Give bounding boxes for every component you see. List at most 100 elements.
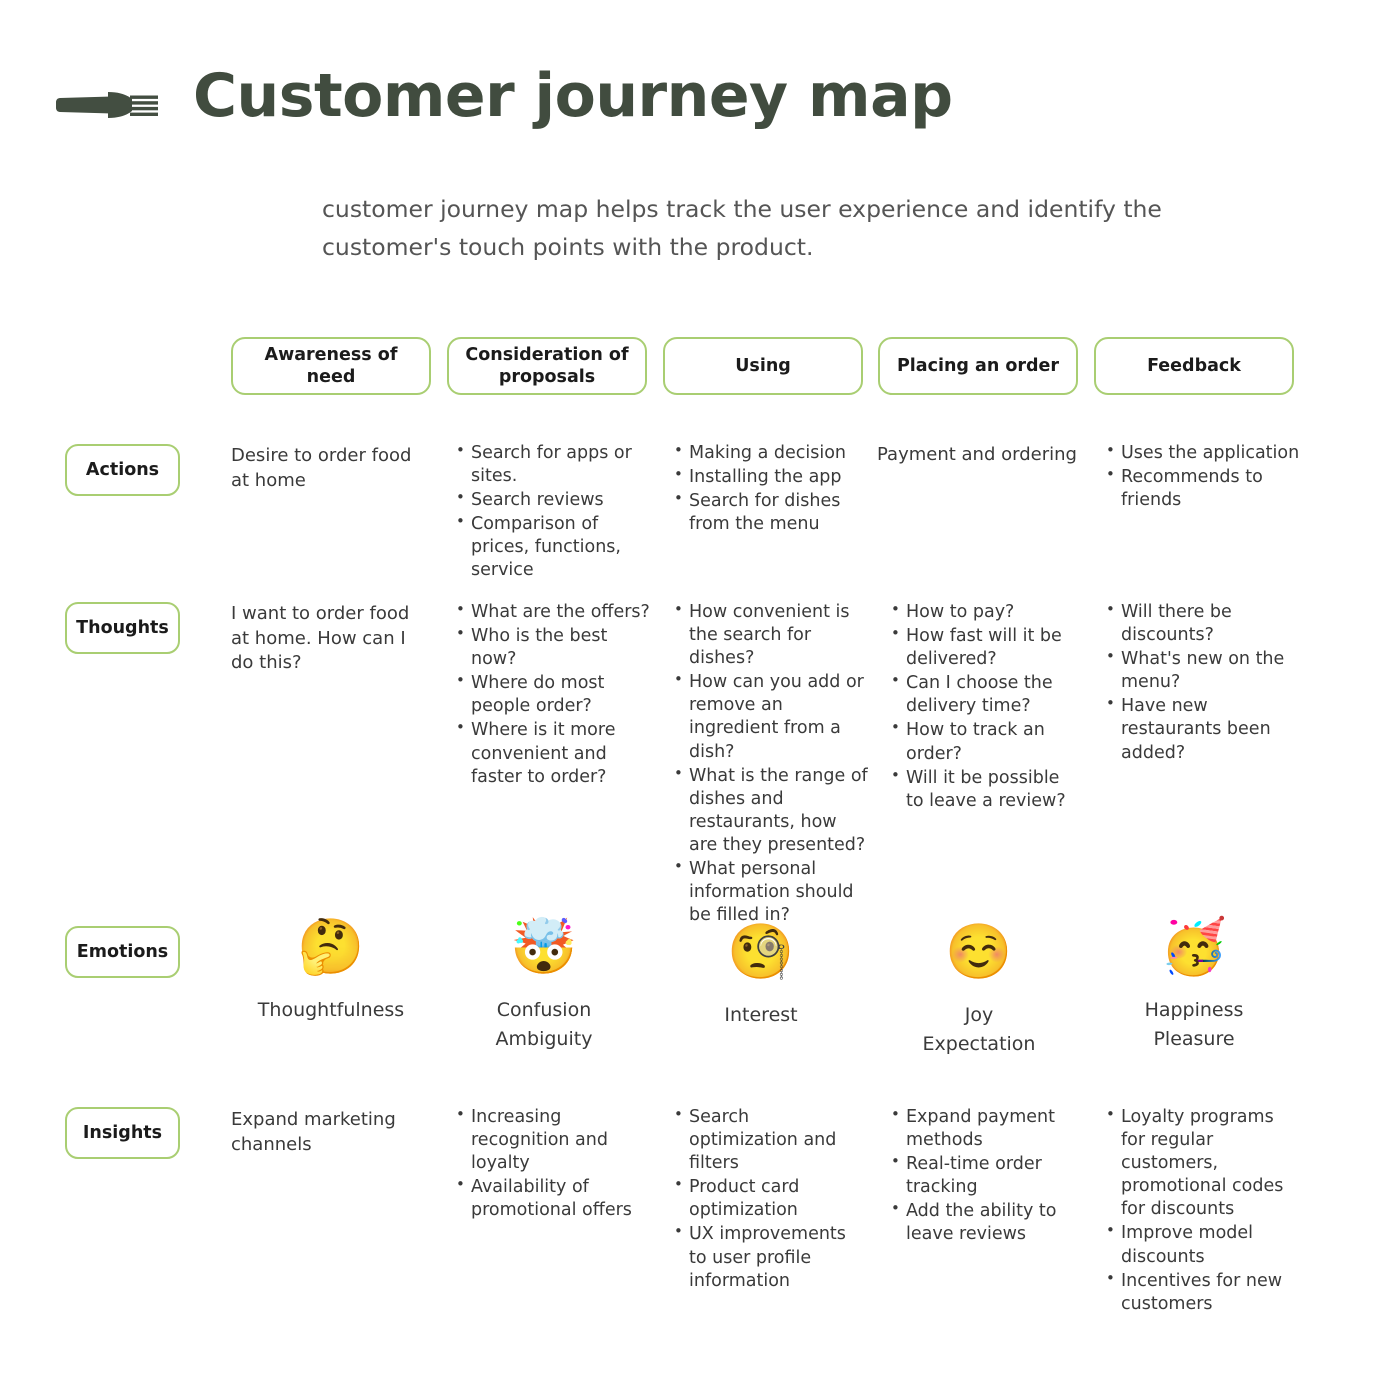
- list-item: Recommends to friends: [1105, 465, 1305, 512]
- cell-insights-placing-an-order: Expand payment methods Real-time order t…: [890, 1105, 1075, 1248]
- list-item-text: What is the range of dishes and restaura…: [689, 765, 868, 855]
- emotion-label: Confusion Ambiguity: [495, 999, 593, 1050]
- list-item: Improve model discounts: [1105, 1221, 1295, 1268]
- list-item: Expand payment methods: [890, 1105, 1075, 1152]
- list-item: Loyalty programs for regular customers, …: [1105, 1105, 1295, 1221]
- stage-header-feedback[interactable]: Feedback: [1094, 337, 1294, 395]
- list-item: Comparison of prices, functions, service: [455, 512, 655, 582]
- cell-insights-using: Search optimization and filters Product …: [673, 1105, 863, 1294]
- thinking-face-emoji: 🤔: [297, 915, 365, 978]
- bullet-list: How convenient is the search for dishes?…: [673, 600, 868, 927]
- bullet-list: Will there be discounts? What's new on t…: [1105, 600, 1305, 765]
- list-item: How can you add or remove an ingredient …: [673, 670, 868, 763]
- stage-header-label: Awareness of need: [264, 344, 398, 387]
- list-item-text: Expand payment methods: [906, 1107, 1055, 1151]
- list-item-text: Who is the best now?: [471, 626, 608, 670]
- list-item: Availability of promotional offers: [455, 1175, 650, 1222]
- list-item-text: Real-time order tracking: [906, 1154, 1042, 1198]
- list-item-text: Where is it more convenient and faster t…: [471, 720, 616, 787]
- cell-thoughts-consideration-of-proposals: What are the offers? Who is the best now…: [455, 600, 650, 790]
- stage-header-consideration-of-proposals[interactable]: Consideration of proposals: [447, 337, 647, 395]
- list-item: Add the ability to leave reviews: [890, 1199, 1075, 1246]
- list-item-text: Search for apps or sites.: [471, 443, 632, 487]
- bullet-list: Making a decision Installing the app Sea…: [673, 441, 873, 536]
- list-item: Making a decision: [673, 441, 873, 465]
- row-label-text: Thoughts: [76, 617, 169, 638]
- bullet-list: How to pay? How fast will it be delivere…: [890, 600, 1075, 813]
- list-item-text: Search optimization and filters: [689, 1107, 837, 1174]
- bullet-list: Expand payment methods Real-time order t…: [890, 1105, 1075, 1247]
- row-label-text: Emotions: [76, 941, 169, 962]
- list-item-text: How convenient is the search for dishes?: [689, 602, 850, 669]
- emotion-placing-an-order: ☺️ Joy Expectation: [884, 925, 1074, 1058]
- list-item: Where do most people order?: [455, 671, 650, 718]
- stage-header-using[interactable]: Using: [663, 337, 863, 395]
- row-label-text: Actions: [85, 459, 160, 480]
- cell-thoughts-using: How convenient is the search for dishes?…: [673, 600, 868, 928]
- list-item: Have new restaurants been added?: [1105, 694, 1305, 764]
- list-item: Will there be discounts?: [1105, 600, 1305, 647]
- cell-actions-placing-an-order: Payment and ordering: [877, 443, 1087, 468]
- row-label-insights[interactable]: Insights: [65, 1107, 180, 1159]
- stage-header-label: Using: [735, 355, 791, 376]
- list-item: Where is it more convenient and faster t…: [455, 718, 650, 788]
- list-item-text: Loyalty programs for regular customers, …: [1121, 1107, 1284, 1220]
- list-item-text: Uses the application: [1121, 443, 1300, 463]
- emotion-label: Thoughtfulness: [257, 999, 405, 1021]
- list-item-text: Recommends to friends: [1121, 467, 1263, 511]
- list-item-text: Have new restaurants been added?: [1121, 696, 1271, 763]
- list-item-text: What's new on the menu?: [1121, 649, 1285, 693]
- list-item: Search for apps or sites.: [455, 441, 655, 488]
- cell-insights-awareness-of-need: Expand marketing channels: [231, 1108, 436, 1157]
- list-item-text: How to track an order?: [906, 720, 1045, 764]
- fork-icon: [56, 92, 158, 118]
- cell-insights-feedback: Loyalty programs for regular customers, …: [1105, 1105, 1295, 1317]
- list-item: What is the range of dishes and restaura…: [673, 764, 868, 857]
- row-label-emotions[interactable]: Emotions: [65, 926, 180, 978]
- list-item-text: Comparison of prices, functions, service: [471, 514, 621, 581]
- list-item-text: What personal information should be fill…: [689, 859, 854, 926]
- list-item-text: Product card optimization: [689, 1177, 800, 1221]
- list-item: Search optimization and filters: [673, 1105, 863, 1175]
- stage-header-placing-an-order[interactable]: Placing an order: [878, 337, 1078, 395]
- list-item: Real-time order tracking: [890, 1152, 1075, 1199]
- list-item: Increasing recognition and loyalty: [455, 1105, 650, 1175]
- list-item-text: Search reviews: [471, 490, 604, 511]
- cell-actions-consideration-of-proposals: Search for apps or sites. Search reviews…: [455, 441, 655, 584]
- cell-insights-consideration-of-proposals: Increasing recognition and loyalty Avail…: [455, 1105, 650, 1223]
- emotion-label: Interest: [724, 1004, 798, 1026]
- list-item-text: How fast will it be delivered?: [906, 626, 1062, 670]
- stage-header-awareness-of-need[interactable]: Awareness of need: [231, 337, 431, 395]
- bullet-list: Increasing recognition and loyalty Avail…: [455, 1105, 650, 1222]
- page-title: Customer journey map: [193, 61, 953, 131]
- row-label-thoughts[interactable]: Thoughts: [65, 602, 180, 654]
- list-item: What are the offers?: [455, 600, 650, 624]
- list-item: Search reviews: [455, 488, 655, 512]
- page-subtitle: customer journey map helps track the use…: [322, 195, 1162, 262]
- emotion-label: Joy Expectation: [922, 1004, 1036, 1055]
- list-item-text: How to pay?: [906, 602, 1015, 622]
- cell-thoughts-placing-an-order: How to pay? How fast will it be delivere…: [890, 600, 1075, 814]
- list-item-text: Add the ability to leave reviews: [906, 1201, 1057, 1245]
- list-item-text: How can you add or remove an ingredient …: [689, 672, 864, 762]
- stage-header-label: Consideration of proposals: [465, 344, 629, 387]
- cell-text: Expand marketing channels: [231, 1109, 396, 1155]
- row-label-actions[interactable]: Actions: [65, 444, 180, 496]
- cell-thoughts-feedback: Will there be discounts? What's new on t…: [1105, 600, 1305, 766]
- bullet-list: Loyalty programs for regular customers, …: [1105, 1105, 1295, 1316]
- list-item-text: Improve model discounts: [1121, 1223, 1254, 1267]
- list-item-text: Installing the app: [689, 467, 842, 488]
- cell-actions-feedback: Uses the application Recommends to frien…: [1105, 441, 1305, 513]
- stage-header-label: Placing an order: [896, 355, 1060, 376]
- monocle-face-emoji: 🧐: [727, 920, 795, 983]
- list-item: Incentives for new customers: [1105, 1269, 1295, 1316]
- bullet-list: Search optimization and filters Product …: [673, 1105, 863, 1293]
- cell-text: Payment and ordering: [877, 444, 1077, 465]
- list-item: Installing the app: [673, 465, 873, 489]
- list-item: Can I choose the delivery time?: [890, 671, 1075, 718]
- smiling-face-emoji: ☺️: [945, 920, 1013, 983]
- bullet-list: What are the offers? Who is the best now…: [455, 600, 650, 789]
- list-item-text: Incentives for new customers: [1121, 1270, 1283, 1314]
- list-item: Will it be possible to leave a review?: [890, 766, 1075, 813]
- cell-text: I want to order food at home. How can I …: [231, 603, 410, 674]
